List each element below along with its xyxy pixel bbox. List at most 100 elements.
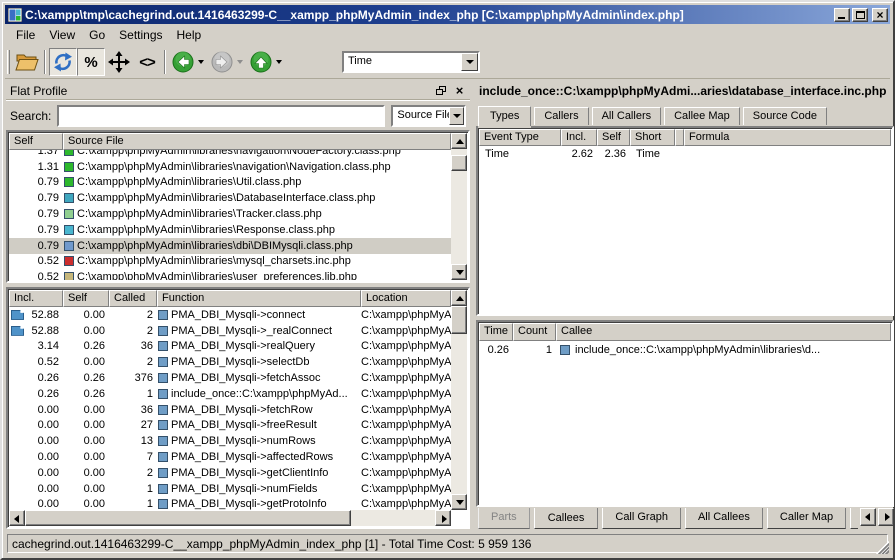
percentage-toggle-button[interactable]: % [77, 48, 105, 76]
chevron-down-icon[interactable] [461, 53, 478, 71]
column-header-self[interactable]: Self [63, 290, 109, 307]
open-file-button[interactable] [13, 48, 41, 76]
scroll-left-button[interactable] [9, 510, 25, 526]
chevron-down-icon[interactable] [449, 107, 464, 125]
vertical-scrollbar[interactable] [451, 133, 467, 280]
scroll-up-button[interactable] [451, 133, 467, 149]
minimize-button[interactable] [834, 8, 850, 22]
column-header-event-type[interactable]: Event Type [479, 129, 561, 146]
dock-close-button[interactable]: × [452, 84, 467, 98]
up-button[interactable] [247, 48, 275, 76]
maximize-button[interactable] [852, 8, 868, 22]
open-folder-icon [15, 51, 39, 73]
tab-scroll-left-button[interactable] [860, 508, 876, 526]
file-row[interactable]: 0.79 C:\xampp\phpMyAdmin\libraries\Util.… [9, 175, 451, 191]
function-row[interactable]: 0.00 0.00 2 PMA_DBI_Mysqli->getClientInf… [9, 465, 451, 481]
file-row[interactable]: 0.52 C:\xampp\phpMyAdmin\libraries\mysql… [9, 254, 451, 270]
detail-tab[interactable]: Callers [534, 107, 588, 125]
function-row[interactable]: 0.00 0.00 1 PMA_DBI_Mysqli->numFields C:… [9, 481, 451, 497]
reload-button[interactable] [49, 48, 77, 76]
function-icon [158, 341, 168, 351]
file-row[interactable]: 0.79 C:\xampp\phpMyAdmin\libraries\Datab… [9, 190, 451, 206]
scroll-up-button[interactable] [451, 290, 467, 306]
toolbar-handle[interactable] [7, 50, 10, 74]
column-header-location[interactable]: Location [361, 290, 451, 307]
file-row[interactable]: 0.52 C:\xampp\phpMyAdmin\libraries\user_… [9, 269, 451, 280]
relative-cost-button[interactable]: <> [133, 48, 161, 76]
column-header-self[interactable]: Self [9, 133, 63, 150]
detail-bottom-tab[interactable]: Call Graph [602, 508, 681, 529]
dock-title-bar[interactable]: Flat Profile × [6, 82, 470, 100]
scroll-down-button[interactable] [451, 264, 467, 280]
detail-bottom-tab[interactable]: Parts [478, 508, 530, 529]
column-header-incl[interactable]: Incl. [561, 129, 597, 146]
event-type-combobox[interactable]: Time [342, 51, 480, 73]
expand-areas-button[interactable] [105, 48, 133, 76]
menu-item[interactable]: View [42, 26, 82, 44]
file-row[interactable]: 0.79 C:\xampp\phpMyAdmin\libraries\Respo… [9, 222, 451, 238]
grouping-value: Source File [393, 107, 449, 125]
column-header-called[interactable]: Called [109, 290, 157, 307]
menu-item[interactable]: File [9, 26, 42, 44]
scrollbar-thumb[interactable] [451, 306, 467, 334]
function-row[interactable]: 0.26 0.26 376 PMA_DBI_Mysqli->fetchAssoc… [9, 370, 451, 386]
callee-row[interactable]: 0.26 1 include_once::C:\xampp\phpMyAdmin… [479, 341, 891, 358]
dock-float-button[interactable] [434, 84, 449, 98]
column-header-count[interactable]: Count [513, 323, 556, 341]
detail-bottom-tab[interactable]: Caller Map [767, 508, 846, 529]
menu-item[interactable]: Settings [112, 26, 169, 44]
search-input[interactable] [57, 105, 385, 127]
menu-item[interactable]: Go [82, 26, 112, 44]
column-header-self[interactable]: Self [597, 129, 630, 146]
detail-tab[interactable]: Source Code [743, 107, 827, 125]
column-header-incl[interactable]: Incl. [9, 290, 63, 307]
detail-tab[interactable]: Callee Map [664, 107, 740, 125]
column-header-formula[interactable]: Formula [684, 129, 891, 146]
function-row[interactable]: 52.88 0.00 2 PMA_DBI_Mysqli->_realConnec… [9, 323, 451, 339]
function-row[interactable]: 52.88 0.00 2 PMA_DBI_Mysqli->connect C:\… [9, 307, 451, 323]
column-header-time[interactable]: Time [479, 323, 513, 341]
column-header-short[interactable]: Short [630, 129, 675, 146]
horizontal-scrollbar[interactable] [9, 510, 451, 526]
column-header-spacer[interactable] [675, 129, 684, 146]
cost-bar-icon [11, 326, 24, 336]
file-row[interactable]: 1.31 C:\xampp\phpMyAdmin\libraries\navig… [9, 159, 451, 175]
function-row[interactable]: 3.14 0.26 36 PMA_DBI_Mysqli->realQuery C… [9, 339, 451, 355]
forward-history-dropdown[interactable] [237, 60, 243, 64]
column-header-function[interactable]: Function [157, 290, 361, 307]
forward-button[interactable] [208, 48, 236, 76]
function-row[interactable]: 0.00 0.00 1 PMA_DBI_Mysqli->getProtoInfo… [9, 497, 451, 510]
function-row[interactable]: 0.52 0.00 2 PMA_DBI_Mysqli->selectDb C:\… [9, 354, 451, 370]
detail-bottom-tab[interactable]: Callees [534, 508, 599, 529]
close-button[interactable]: × [872, 8, 888, 22]
resize-grip[interactable] [876, 541, 889, 554]
back-button[interactable] [169, 48, 197, 76]
file-row[interactable]: 0.79 C:\xampp\phpMyAdmin\libraries\dbi\D… [9, 238, 451, 254]
function-row[interactable]: 0.00 0.00 7 PMA_DBI_Mysqli->affectedRows… [9, 449, 451, 465]
back-history-dropdown[interactable] [198, 60, 204, 64]
file-row[interactable]: 0.79 C:\xampp\phpMyAdmin\libraries\Track… [9, 206, 451, 222]
detail-tab[interactable]: All Callers [592, 107, 662, 125]
scroll-right-button[interactable] [435, 510, 451, 526]
function-row[interactable]: 0.00 0.00 13 PMA_DBI_Mysqli->numRows C:\… [9, 433, 451, 449]
scroll-down-button[interactable] [451, 494, 467, 510]
event-type-row[interactable]: Time 2.62 2.36 Time [479, 146, 891, 162]
function-row[interactable]: 0.26 0.26 1 include_once::C:\xampp\phpMy… [9, 386, 451, 402]
title-bar[interactable]: C:\xampp\tmp\cachegrind.out.1416463299-C… [5, 5, 890, 24]
vertical-scrollbar[interactable] [451, 290, 467, 510]
tab-scroll-right-button[interactable] [878, 508, 894, 526]
scrollbar-thumb[interactable] [451, 155, 467, 171]
column-header-source-file[interactable]: Source File [63, 133, 451, 150]
function-icon [158, 420, 168, 430]
detail-bottom-tab[interactable]: All Callees [685, 508, 763, 529]
function-row[interactable]: 0.00 0.00 27 PMA_DBI_Mysqli->freeResult … [9, 418, 451, 434]
detail-bottom-tab[interactable]: Machine [850, 508, 858, 529]
detail-tab[interactable]: Types [478, 106, 531, 126]
file-row[interactable]: 1.37 C:\xampp\phpMyAdmin\libraries\navig… [9, 150, 451, 159]
function-row[interactable]: 0.00 0.00 36 PMA_DBI_Mysqli->fetchRow C:… [9, 402, 451, 418]
menu-item[interactable]: Help [170, 26, 209, 44]
up-history-dropdown[interactable] [276, 60, 282, 64]
grouping-combobox[interactable]: Source File [391, 105, 466, 127]
scrollbar-thumb[interactable] [25, 510, 351, 526]
column-header-callee[interactable]: Callee [556, 323, 891, 341]
